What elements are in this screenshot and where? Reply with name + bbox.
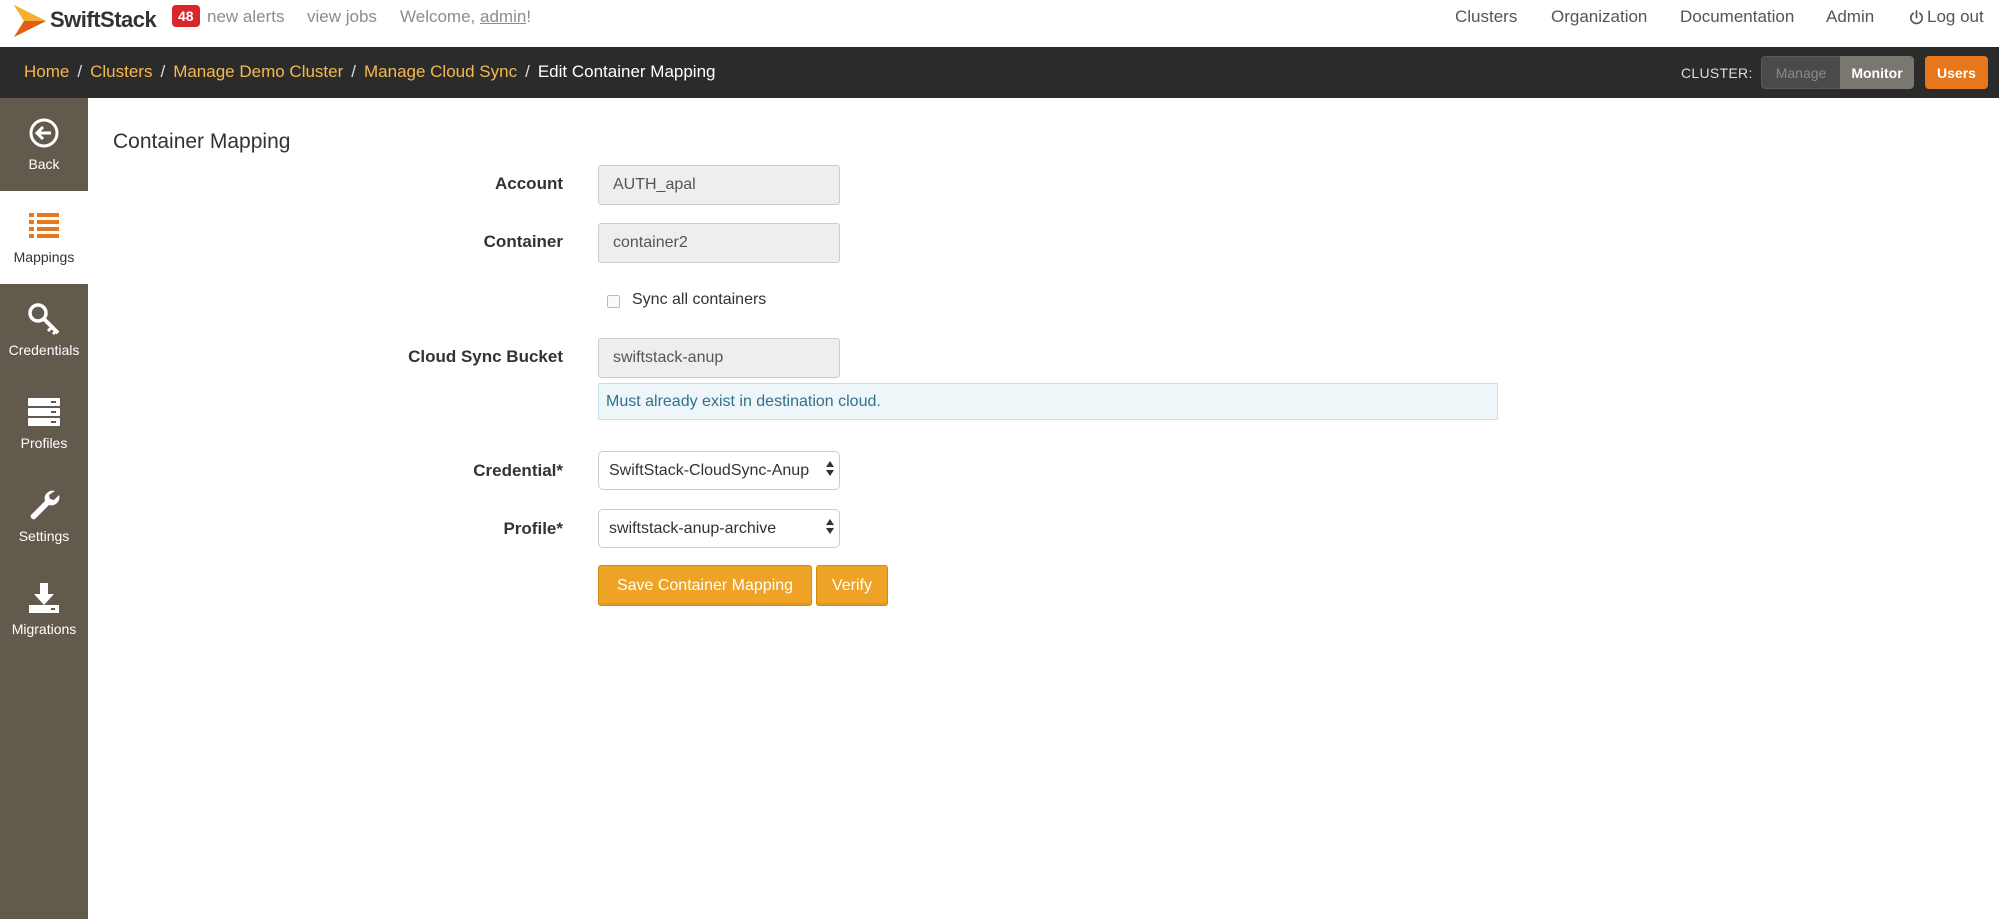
profile-value: swiftstack-anup-archive xyxy=(609,519,777,537)
view-jobs-link[interactable]: view jobs xyxy=(307,7,377,27)
account-field[interactable]: AUTH_apal xyxy=(598,165,840,205)
download-icon xyxy=(29,583,59,613)
credential-select[interactable]: SwiftStack-CloudSync-Anup xyxy=(598,451,840,490)
welcome-text: Welcome, admin! xyxy=(400,7,531,27)
nav-clusters[interactable]: Clusters xyxy=(1455,7,1517,27)
sync-all-checkbox[interactable] xyxy=(607,294,620,308)
breadcrumb: Home / Clusters / Manage Demo Cluster / Manage… xyxy=(24,62,716,82)
breadcrumb-separator: / xyxy=(160,62,166,81)
profile-select[interactable]: swiftstack-anup-archive xyxy=(598,509,840,548)
bucket-field[interactable]: swiftstack-anup xyxy=(598,338,840,378)
manage-toggle-button[interactable]: Manage xyxy=(1761,56,1840,89)
container-field[interactable]: container2 xyxy=(598,223,840,263)
breadcrumb-home[interactable]: Home xyxy=(24,62,69,81)
select-arrows-icon xyxy=(826,461,834,476)
server-stack-icon xyxy=(28,398,60,426)
welcome-prefix: Welcome, xyxy=(400,7,480,26)
users-button[interactable]: Users xyxy=(1925,56,1988,89)
logout-label: Log out xyxy=(1927,7,1984,26)
cluster-mode-toggle: Manage Monitor xyxy=(1761,56,1914,89)
sidebar-item-label: Profiles xyxy=(20,435,68,451)
nav-admin[interactable]: Admin xyxy=(1826,7,1874,27)
breadcrumb-manage-demo-cluster[interactable]: Manage Demo Cluster xyxy=(173,62,343,81)
bucket-help-text: Must already exist in destination cloud. xyxy=(598,383,1498,420)
breadcrumb-separator: / xyxy=(77,62,83,81)
alert-count-badge[interactable]: 48 xyxy=(172,5,200,27)
sidebar-item-credentials[interactable]: Credentials xyxy=(0,284,88,377)
sync-all-label[interactable]: Sync all containers xyxy=(632,291,766,309)
key-icon xyxy=(28,303,60,336)
profile-label: Profile* xyxy=(503,519,563,538)
sidebar-item-label: Settings xyxy=(18,528,70,544)
sidebar-item-label: Back xyxy=(28,156,60,172)
container-value: container2 xyxy=(613,234,688,251)
nav-organization[interactable]: Organization xyxy=(1551,7,1647,27)
cluster-label: CLUSTER: xyxy=(1681,65,1753,81)
breadcrumb-separator: / xyxy=(351,62,356,81)
bucket-label: Cloud Sync Bucket xyxy=(408,347,563,366)
breadcrumb-clusters[interactable]: Clusters xyxy=(90,62,152,81)
sidebar: Back Mappings Credentials Profiles Setti… xyxy=(0,98,88,919)
list-icon xyxy=(29,213,59,238)
sidebar-item-label: Migrations xyxy=(11,621,77,637)
back-circle-icon xyxy=(29,118,59,148)
monitor-toggle-button[interactable]: Monitor xyxy=(1840,56,1914,89)
nav-documentation[interactable]: Documentation xyxy=(1680,7,1794,27)
brand-name: SwiftStack xyxy=(50,7,157,32)
page-title: Container Mapping xyxy=(113,130,291,153)
welcome-suffix: ! xyxy=(526,7,532,26)
breadcrumb-separator: / xyxy=(525,62,530,81)
sidebar-item-profiles[interactable]: Profiles xyxy=(0,377,88,470)
breadcrumb-manage-cloud-sync[interactable]: Manage Cloud Sync xyxy=(364,62,517,81)
nav-logout[interactable]: Log out xyxy=(1909,7,1984,27)
swiftstack-logo-icon xyxy=(14,5,46,37)
credential-label: Credential* xyxy=(473,461,563,480)
sidebar-item-back[interactable]: Back xyxy=(0,98,88,191)
account-value: AUTH_apal xyxy=(613,176,696,193)
power-icon xyxy=(1910,9,1923,24)
sync-all-row: Sync all containers xyxy=(607,291,766,309)
save-container-mapping-button[interactable]: Save Container Mapping xyxy=(598,565,812,606)
verify-button[interactable]: Verify xyxy=(816,565,888,606)
brand-logo[interactable]: SwiftStack xyxy=(12,0,157,40)
username-link[interactable]: admin xyxy=(480,7,526,26)
sidebar-item-mappings[interactable]: Mappings xyxy=(0,191,88,284)
top-header: SwiftStack 48 new alerts view jobs Welco… xyxy=(0,0,1999,47)
wrench-icon xyxy=(30,490,60,520)
container-label: Container xyxy=(483,232,563,251)
sidebar-item-migrations[interactable]: Migrations xyxy=(0,563,88,656)
new-alerts-link[interactable]: new alerts xyxy=(207,7,284,27)
select-arrows-icon xyxy=(826,519,834,534)
sidebar-item-label: Mappings xyxy=(13,249,75,265)
sidebar-item-settings[interactable]: Settings xyxy=(0,470,88,563)
credential-value: SwiftStack-CloudSync-Anup xyxy=(609,461,810,479)
breadcrumb-current: Edit Container Mapping xyxy=(537,62,716,81)
sidebar-item-label: Credentials xyxy=(8,342,80,358)
breadcrumb-bar: Home / Clusters / Manage Demo Cluster / Manage… xyxy=(0,47,1999,98)
bucket-value: swiftstack-anup xyxy=(613,349,724,366)
account-label: Account xyxy=(495,174,563,193)
